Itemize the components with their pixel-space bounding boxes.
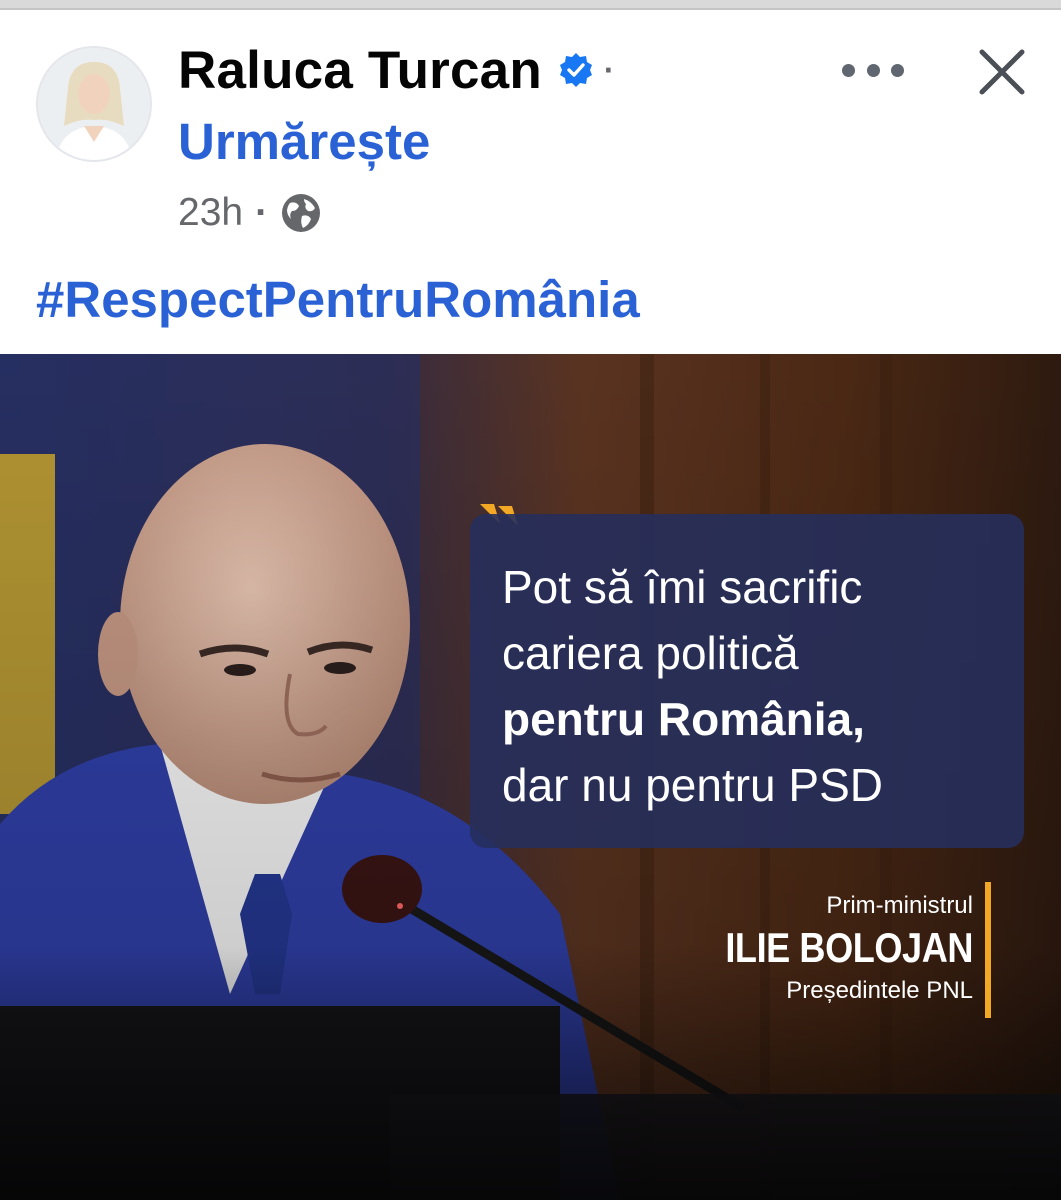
more-dot bbox=[842, 63, 855, 77]
name-dot-separator: · bbox=[603, 51, 615, 88]
close-icon[interactable] bbox=[974, 44, 1030, 100]
post-image[interactable]: Pot să îmi sacrific cariera politică pen… bbox=[0, 354, 1061, 1200]
author-name[interactable]: Raluca Turcan bbox=[178, 40, 542, 101]
top-divider bbox=[0, 0, 1061, 10]
more-dot bbox=[891, 63, 904, 77]
signature-accent-bar bbox=[985, 882, 991, 1018]
post-time[interactable]: 23h bbox=[178, 191, 243, 235]
post-meta: 23h · bbox=[178, 190, 322, 236]
verified-badge-icon bbox=[558, 52, 594, 88]
quote-box: Pot să îmi sacrific cariera politică pen… bbox=[470, 514, 1024, 848]
more-dot bbox=[866, 63, 880, 77]
quote-line: dar nu pentru PSD bbox=[502, 759, 884, 811]
globe-icon[interactable] bbox=[280, 192, 322, 234]
author-avatar[interactable] bbox=[36, 46, 152, 162]
signature-name: ILIE BOLOJAN bbox=[725, 924, 973, 971]
more-options-icon[interactable] bbox=[842, 52, 904, 88]
quote-line: Pot să îmi sacrific bbox=[502, 561, 863, 613]
signature-role: Președintele PNL bbox=[786, 977, 973, 1004]
signature-title: Prim-ministrul bbox=[826, 892, 973, 919]
author-row: Raluca Turcan · bbox=[178, 38, 615, 102]
meta-dot-separator: · bbox=[255, 191, 269, 234]
quote-line: cariera politică bbox=[502, 627, 799, 679]
hashtag-link[interactable]: #RespectPentruRomânia bbox=[36, 270, 640, 329]
quote-line: pentru România, bbox=[502, 693, 865, 745]
signature-block: Prim-ministrul ILIE BOLOJAN Președintele… bbox=[685, 890, 973, 1008]
follow-button[interactable]: Urmărește bbox=[178, 112, 430, 171]
